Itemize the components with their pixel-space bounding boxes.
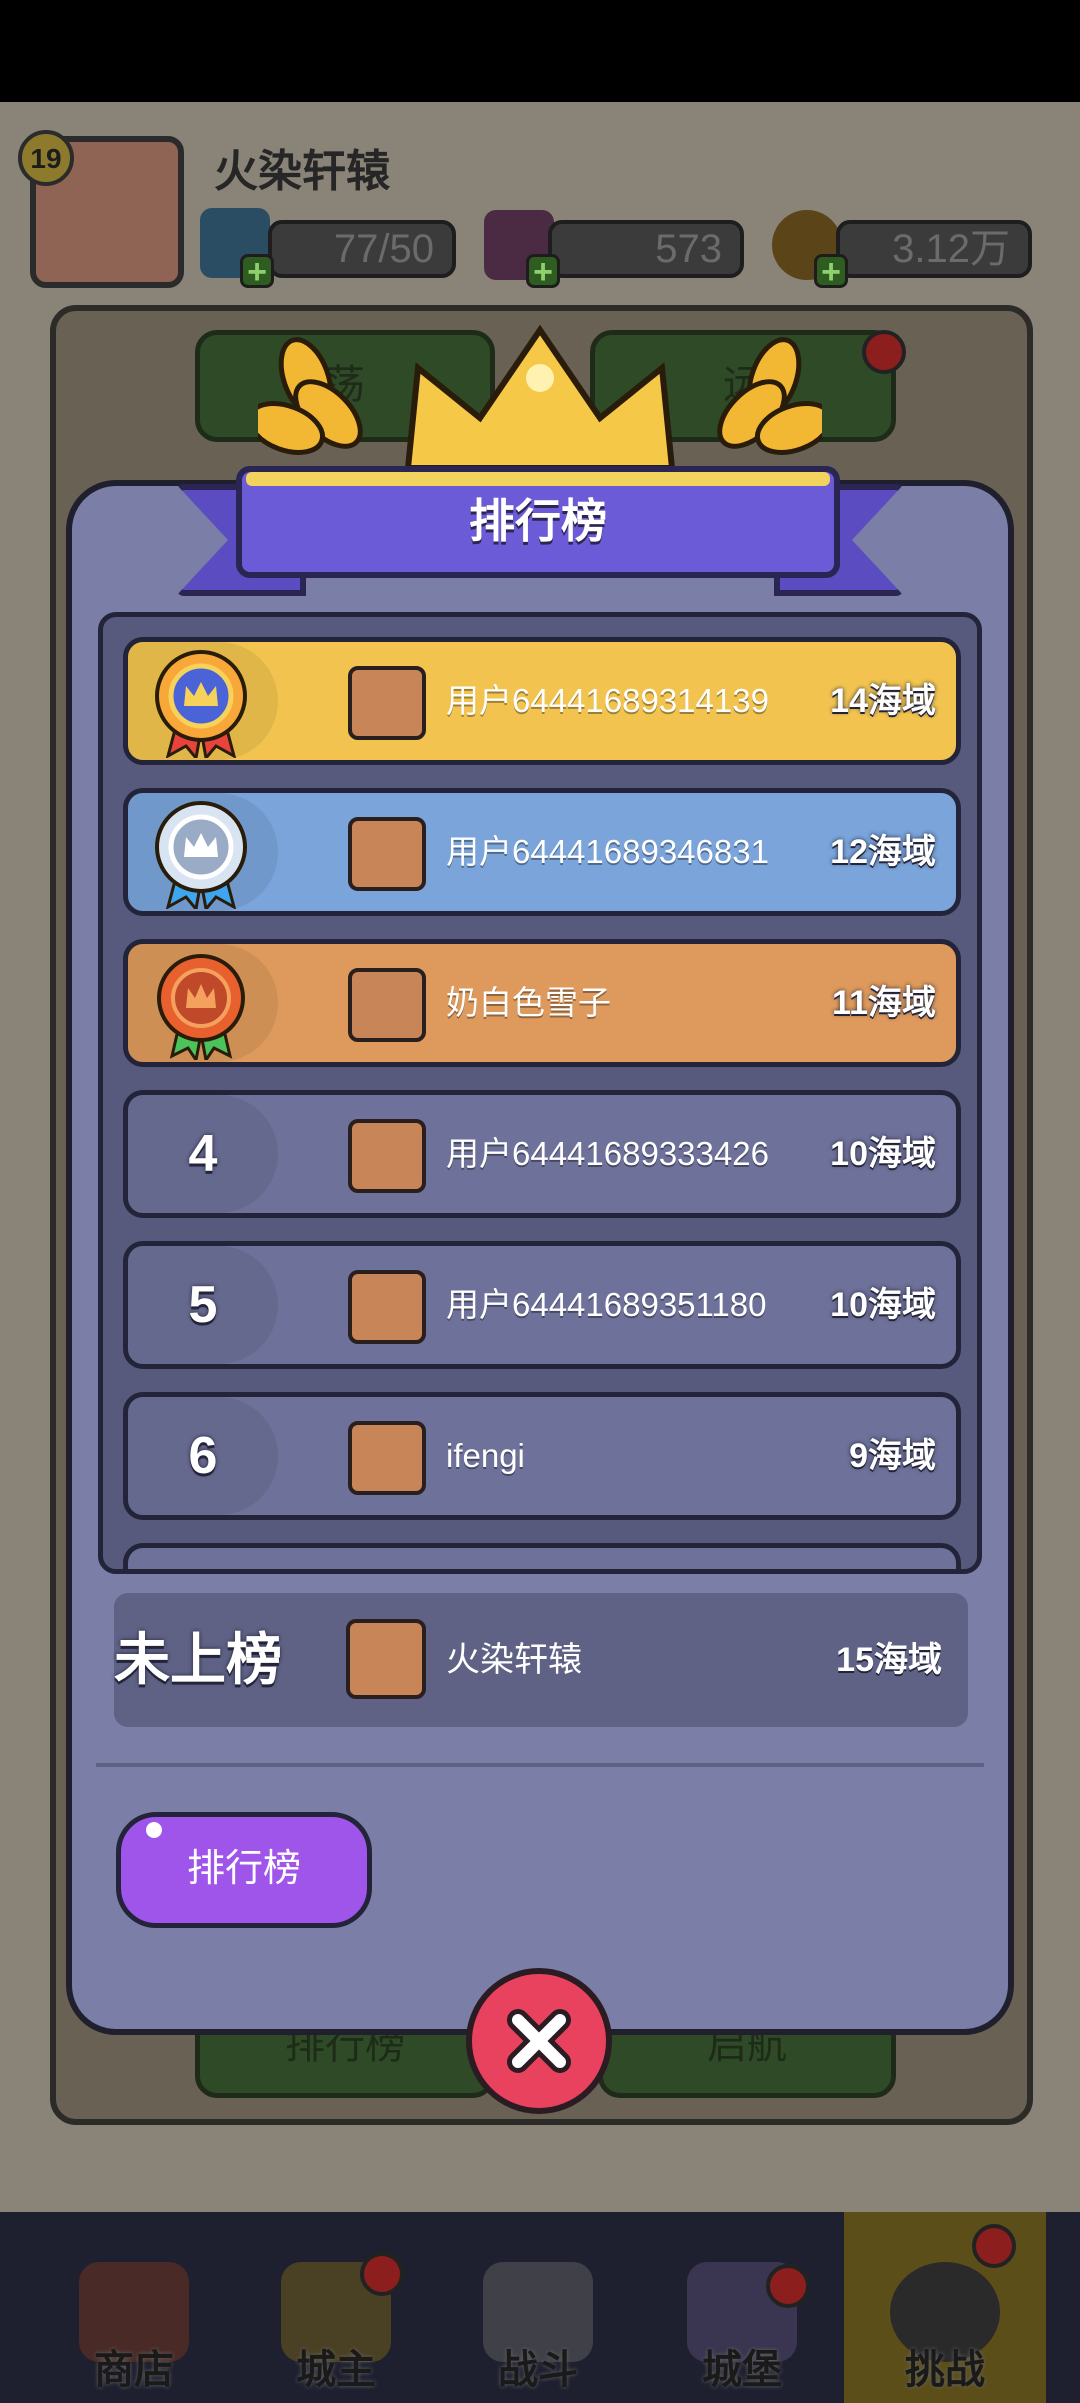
score: 11海域 — [832, 984, 936, 1022]
ranking-row-4[interactable]: 4 用户64441689333426 10海域 — [123, 1090, 961, 1218]
nav-lord-badge — [360, 2252, 404, 2296]
nav-challenge-label: 挑战 — [905, 2348, 985, 2392]
nav-battle-label: 战斗 — [498, 2348, 578, 2392]
nav-lord-label: 城主 — [296, 2348, 376, 2392]
ranking-row-6[interactable]: 6 ifengi 9海域 — [123, 1392, 961, 1520]
score: 9海域 — [849, 1437, 936, 1475]
button-shine — [146, 1822, 162, 1838]
my-rank: 未上榜 — [114, 1628, 282, 1691]
gold-medal-icon — [155, 650, 247, 758]
ranking-list[interactable]: 用户64441689314139 14海域 用户64441689346831 1… — [98, 612, 982, 1574]
nav-battle[interactable]: 战斗 — [448, 2212, 628, 2403]
status-bar — [0, 0, 1080, 102]
username: 用户64441689333426 — [446, 1135, 769, 1172]
user-avatar — [348, 1421, 426, 1495]
nav-shop[interactable]: 商店 — [44, 2212, 224, 2403]
score: 14海域 — [830, 682, 936, 720]
score: 10海域 — [830, 1135, 936, 1173]
ranking-row-partial[interactable] — [123, 1543, 961, 1569]
my-rank-row: 未上榜 火染轩辕 15海域 — [114, 1593, 968, 1727]
ranking-row-5[interactable]: 5 用户64441689351180 10海域 — [123, 1241, 961, 1369]
score: 10海域 — [830, 1286, 936, 1324]
rank-number: 5 — [188, 1276, 218, 1334]
divider — [96, 1763, 984, 1767]
modal-title: 排行榜 — [469, 495, 607, 547]
my-avatar — [346, 1619, 426, 1699]
close-icon — [507, 2009, 571, 2073]
user-avatar — [348, 1270, 426, 1344]
username: 用户64441689346831 — [446, 833, 769, 870]
user-avatar — [348, 817, 426, 891]
score: 12海域 — [830, 833, 936, 871]
add-coins-button[interactable]: + — [814, 254, 848, 289]
nav-castle-label: 城堡 — [702, 2348, 782, 2392]
user-avatar — [348, 968, 426, 1042]
bronze-medal-icon — [157, 954, 245, 1060]
crown-decoration — [258, 324, 822, 471]
nav-lord[interactable]: 城主 — [246, 2212, 426, 2403]
username: 奶白色雪子 — [446, 984, 611, 1021]
ranking-row-2[interactable]: 用户64441689346831 12海域 — [123, 788, 961, 916]
add-gems-button[interactable]: + — [526, 254, 560, 289]
nav-challenge-badge — [972, 2224, 1016, 2268]
background-notification-dot — [862, 330, 906, 374]
coin-counter: 3.12万 — [836, 220, 1032, 278]
username: 用户64441689314139 — [446, 682, 769, 719]
nav-castle[interactable]: 城堡 — [652, 2212, 832, 2403]
nav-castle-badge — [766, 2264, 810, 2308]
energy-counter: 77/50 — [268, 220, 456, 278]
my-name: 火染轩辕 — [446, 1641, 582, 1679]
add-energy-button[interactable]: + — [240, 254, 274, 289]
level-badge: 19 — [18, 130, 74, 186]
username: 用户64441689351180 — [446, 1286, 767, 1323]
nav-challenge[interactable]: 挑战 — [844, 2212, 1046, 2403]
player-name: 火染轩辕 — [214, 147, 390, 196]
close-button[interactable] — [466, 1968, 612, 2114]
ranking-row-3[interactable]: 奶白色雪子 11海域 — [123, 939, 961, 1067]
rank-number: 6 — [188, 1427, 218, 1485]
rank-number: 4 — [188, 1125, 218, 1183]
user-avatar — [348, 666, 426, 740]
my-score: 15海域 — [836, 1641, 942, 1679]
username: ifengi — [446, 1437, 525, 1474]
ranking-row-1[interactable]: 用户64441689314139 14海域 — [123, 637, 961, 765]
silver-medal-icon — [155, 801, 247, 909]
gem-counter: 573 — [548, 220, 744, 278]
nav-shop-label: 商店 — [94, 2348, 174, 2392]
user-avatar — [348, 1119, 426, 1193]
